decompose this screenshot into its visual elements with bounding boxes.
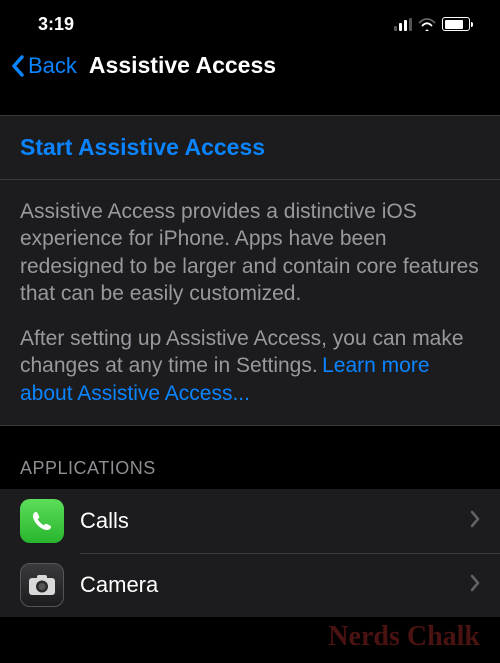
- app-label: Camera: [80, 572, 454, 598]
- watermark: Nerds Chalk: [328, 621, 480, 653]
- back-button[interactable]: Back: [10, 53, 77, 79]
- status-time: 3:19: [38, 14, 74, 35]
- battery-icon: [442, 17, 470, 31]
- start-label: Start Assistive Access: [20, 134, 480, 161]
- chevron-right-icon: [470, 510, 480, 533]
- app-label: Calls: [80, 508, 454, 534]
- status-bar: 3:19: [0, 0, 500, 44]
- chevron-left-icon: [10, 54, 26, 78]
- page-title: Assistive Access: [89, 52, 276, 79]
- content-area: Start Assistive Access Assistive Access …: [0, 115, 500, 617]
- camera-icon: [20, 563, 64, 607]
- chevron-right-icon: [470, 574, 480, 597]
- phone-icon: [20, 499, 64, 543]
- wifi-icon: [418, 17, 436, 31]
- description-block: Assistive Access provides a distinctive …: [0, 180, 500, 426]
- app-row-calls[interactable]: Calls: [0, 489, 500, 553]
- start-assistive-access-button[interactable]: Start Assistive Access: [0, 115, 500, 180]
- back-label: Back: [28, 53, 77, 79]
- applications-section-header: APPLICATIONS: [0, 426, 500, 489]
- description-paragraph-1: Assistive Access provides a distinctive …: [20, 198, 480, 307]
- app-row-camera[interactable]: Camera: [0, 553, 500, 617]
- navigation-bar: Back Assistive Access: [0, 44, 500, 99]
- status-icons: [394, 17, 470, 31]
- cellular-signal-icon: [394, 18, 412, 31]
